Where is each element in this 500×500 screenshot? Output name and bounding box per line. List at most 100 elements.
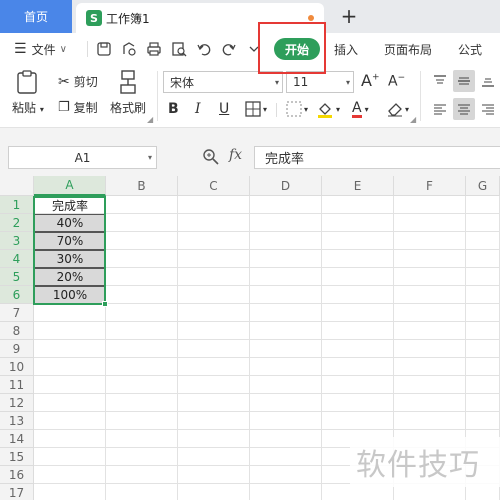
chevron-down-icon: ▾ — [345, 78, 350, 87]
row-header[interactable]: 14 — [0, 430, 34, 448]
zoom-formula-icon[interactable] — [202, 148, 220, 166]
save-icon[interactable] — [96, 41, 112, 57]
column-header-a[interactable]: A — [34, 176, 106, 196]
align-middle-button[interactable] — [453, 70, 475, 92]
fx-insert-function-button[interactable]: fx — [229, 147, 242, 163]
gridline — [34, 411, 500, 412]
gridline — [177, 196, 178, 500]
row-header[interactable]: 8 — [0, 322, 34, 340]
chevron-down-icon: ▾ — [39, 105, 44, 114]
expand-group-icon[interactable]: ◢ — [147, 115, 153, 124]
column-header-b[interactable]: B — [106, 176, 178, 196]
selection-border — [33, 196, 106, 305]
row-header[interactable]: 10 — [0, 358, 34, 376]
cut-button[interactable]: ✂ 剪切 — [58, 73, 98, 90]
shrink-font-button[interactable]: A− — [388, 73, 405, 90]
tab-home[interactable]: 首页 — [0, 0, 72, 33]
row-header[interactable]: 12 — [0, 394, 34, 412]
italic-button[interactable]: I — [195, 99, 201, 119]
fill-color-button[interactable]: ▾ — [316, 99, 340, 119]
column-header-e[interactable]: E — [322, 176, 394, 196]
align-right-icon — [482, 104, 494, 115]
print-icon[interactable] — [146, 41, 162, 57]
gridline — [34, 321, 500, 322]
row-header[interactable]: 9 — [0, 340, 34, 358]
align-bottom-button[interactable] — [477, 70, 499, 92]
format-painter-button[interactable]: 格式刷 — [110, 69, 146, 116]
name-box-value: A1 — [74, 150, 91, 165]
copy-icon: ❐ — [58, 100, 70, 115]
divider — [157, 71, 158, 121]
column-header-f[interactable]: F — [394, 176, 466, 196]
column-header-g[interactable]: G — [466, 176, 500, 196]
select-all-corner[interactable] — [0, 176, 34, 196]
borders-button[interactable]: ▾ — [245, 99, 267, 119]
chevron-down-icon: ▾ — [274, 78, 279, 87]
row-header[interactable]: 6 — [0, 286, 34, 304]
tab-bar: 首页 S 工作簿1 + — [0, 0, 500, 33]
new-tab-button[interactable]: + — [338, 3, 360, 29]
copy-label: 复制 — [73, 101, 98, 115]
paste-button[interactable]: 粘贴 ▾ — [12, 69, 44, 116]
column-header-d[interactable]: D — [250, 176, 322, 196]
chevron-down-icon: ▾ — [263, 104, 268, 114]
clear-format-button[interactable]: ▾ — [387, 99, 409, 119]
file-menu[interactable]: ☰ 文件 ∨ — [14, 33, 67, 65]
font-color-button[interactable]: A ▾ — [352, 99, 369, 119]
watermark: 软件技巧 — [350, 437, 500, 487]
fill-orientation-button[interactable]: ▾ — [286, 99, 308, 119]
row-header[interactable]: 7 — [0, 304, 34, 322]
tab-formula[interactable]: 公式 — [458, 33, 482, 65]
row-header[interactable]: 13 — [0, 412, 34, 430]
align-middle-icon — [458, 77, 470, 85]
font-size-value: 11 — [293, 75, 309, 89]
fill-handle[interactable] — [102, 301, 108, 307]
cut-label: 剪切 — [73, 75, 98, 89]
chevron-down-icon: ▾ — [336, 104, 341, 114]
row-header[interactable]: 11 — [0, 376, 34, 394]
font-name-select[interactable]: 宋体 ▾ — [163, 71, 283, 93]
chevron-down-icon: ▾ — [147, 153, 152, 162]
scissors-icon: ✂ — [58, 73, 70, 90]
export-icon[interactable] — [121, 41, 137, 57]
align-center-button[interactable] — [453, 98, 475, 120]
paste-label: 粘贴 ▾ — [12, 101, 44, 115]
row-header[interactable]: 2 — [0, 214, 34, 232]
row-header[interactable]: 1 — [0, 196, 34, 214]
expand-group-icon[interactable]: ◢ — [410, 115, 416, 124]
row-header[interactable]: 3 — [0, 232, 34, 250]
gridline — [34, 375, 500, 376]
bold-button[interactable]: B — [168, 99, 179, 119]
copy-button[interactable]: ❐ 复制 — [58, 99, 98, 116]
hamburger-icon: ☰ — [14, 41, 27, 57]
paint-bucket-icon — [318, 103, 332, 118]
gridline — [321, 196, 322, 500]
grow-font-button[interactable]: A+ — [361, 71, 380, 90]
underline-button[interactable]: U — [219, 99, 229, 119]
font-size-select[interactable]: 11 ▾ — [286, 71, 354, 93]
highlight-box — [258, 22, 326, 74]
align-top-icon — [434, 75, 446, 84]
row-header[interactable]: 16 — [0, 466, 34, 484]
align-right-button[interactable] — [477, 98, 499, 120]
tab-page-layout[interactable]: 页面布局 — [384, 33, 432, 65]
row-header[interactable]: 5 — [0, 268, 34, 286]
row-header[interactable]: 15 — [0, 448, 34, 466]
tab-insert[interactable]: 插入 — [334, 33, 358, 65]
chevron-down-icon: ▾ — [405, 104, 410, 114]
align-top-button[interactable] — [429, 70, 451, 92]
divider — [87, 41, 88, 57]
align-left-button[interactable] — [429, 98, 451, 120]
divider — [276, 103, 277, 117]
row-header[interactable]: 4 — [0, 250, 34, 268]
formula-input[interactable]: 完成率 — [254, 146, 500, 169]
gridline — [34, 339, 500, 340]
print-preview-icon[interactable] — [171, 41, 187, 57]
align-bottom-icon — [482, 78, 494, 87]
row-header[interactable]: 17 — [0, 484, 34, 500]
name-box[interactable]: A1 ▾ — [8, 146, 157, 169]
redo-icon[interactable] — [221, 41, 237, 57]
undo-icon[interactable] — [196, 41, 212, 57]
gridline — [34, 429, 500, 430]
column-header-c[interactable]: C — [178, 176, 250, 196]
